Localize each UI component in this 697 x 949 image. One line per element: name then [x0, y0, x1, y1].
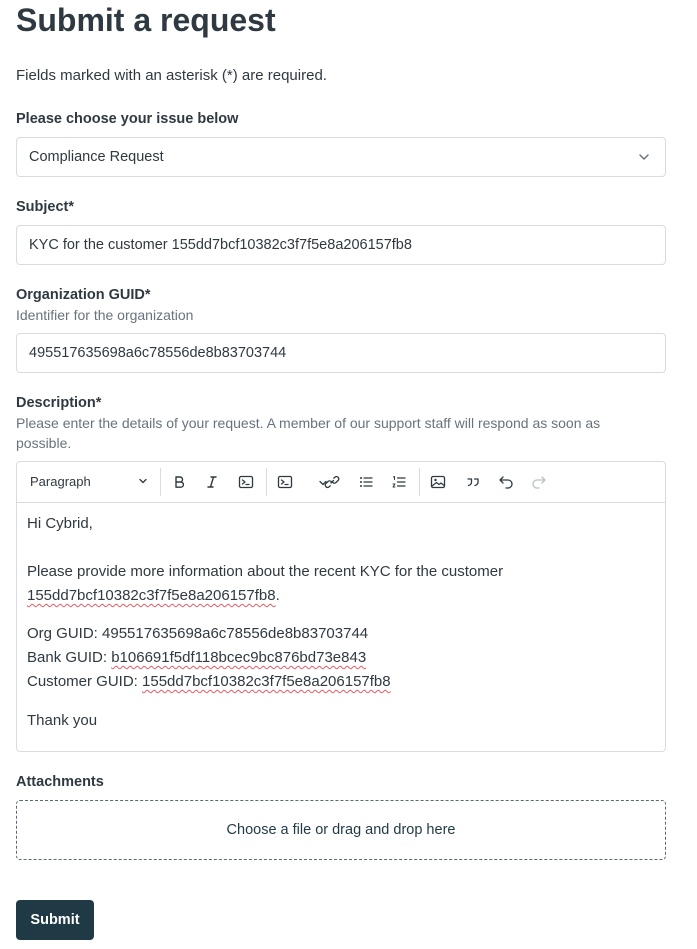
redo-icon[interactable] [529, 472, 549, 492]
subject-input[interactable]: KYC for the customer 155dd7bcf10382c3f7f… [16, 225, 666, 265]
org-guid-line: Org GUID: 495517635698a6c78556de8b837037… [27, 622, 647, 646]
attachments-label: Attachments [16, 774, 104, 790]
link-icon[interactable] [322, 472, 342, 492]
customer-id-text: 155dd7bcf10382c3f7f5e8a206157fb8 [27, 587, 276, 604]
issue-select[interactable]: Compliance Request [16, 137, 666, 177]
org-guid-value: 495517635698a6c78556de8b83703744 [29, 345, 287, 361]
closing-line: Thank you [27, 712, 98, 729]
italic-icon[interactable] [202, 472, 222, 492]
description-label: Description* [16, 395, 102, 411]
customer-guid-line: Customer GUID: 155dd7bcf10382c3f7f5e8a20… [27, 670, 647, 694]
issue-label: Please choose your issue below [16, 111, 239, 127]
attachments-dropzone[interactable]: Choose a file or drag and drop here [16, 800, 666, 860]
greeting-line: Hi Cybrid, [27, 515, 93, 532]
org-guid-label: Organization GUID* [16, 287, 151, 303]
subject-label: Subject* [16, 199, 75, 215]
chevron-down-icon [639, 154, 649, 160]
code-icon[interactable] [236, 472, 256, 492]
numbered-list-icon[interactable] [389, 472, 409, 492]
image-icon[interactable] [428, 472, 448, 492]
period-text: . [275, 587, 280, 604]
toolbar-divider [160, 468, 161, 496]
issue-select-value: Compliance Request [29, 149, 164, 165]
request-line: Please provide more information about th… [27, 560, 647, 608]
toolbar-divider [419, 468, 420, 496]
submit-button[interactable]: Submit [16, 900, 94, 940]
customer-guid-line-value: 155dd7bcf10382c3f7f5e8a206157fb8 [142, 673, 391, 690]
required-note: Fields marked with an asterisk (*) are r… [16, 67, 327, 84]
editor-content[interactable]: Hi Cybrid, Please provide more informati… [27, 512, 647, 733]
subject-value: KYC for the customer 155dd7bcf10382c3f7f… [29, 237, 412, 253]
bold-icon[interactable] [169, 472, 189, 492]
org-guid-line-label: Org GUID: [27, 625, 103, 642]
toolbar-divider [266, 468, 267, 496]
description-hint: Please enter the details of your request… [16, 415, 601, 451]
chevron-down-icon[interactable] [138, 476, 148, 486]
page-title: Submit a request [16, 2, 276, 38]
bank-guid-line-label: Bank GUID: [27, 649, 112, 666]
paragraph-select[interactable]: Paragraph [30, 473, 91, 491]
code-block-icon[interactable] [275, 472, 295, 492]
description-editor[interactable]: Paragraph Hi Cybrid, Please provide more… [16, 461, 666, 752]
org-guid-line-value: 495517635698a6c78556de8b83703744 [102, 625, 369, 642]
customer-guid-line-label: Customer GUID: [27, 673, 143, 690]
blockquote-icon[interactable] [463, 472, 483, 492]
editor-toolbar: Paragraph [17, 462, 665, 503]
undo-icon[interactable] [496, 472, 516, 492]
org-guid-input[interactable]: 495517635698a6c78556de8b83703744 [16, 333, 666, 373]
bulleted-list-icon[interactable] [356, 472, 376, 492]
bank-guid-line-value: b106691f5df118bcec9bc876bd73e843 [111, 649, 367, 666]
request-text: Please provide more information about th… [27, 563, 504, 580]
bank-guid-line: Bank GUID: b106691f5df118bcec9bc876bd73e… [27, 646, 647, 670]
dropzone-text: Choose a file or drag and drop here [226, 822, 456, 838]
org-guid-hint: Identifier for the organization [16, 307, 194, 323]
